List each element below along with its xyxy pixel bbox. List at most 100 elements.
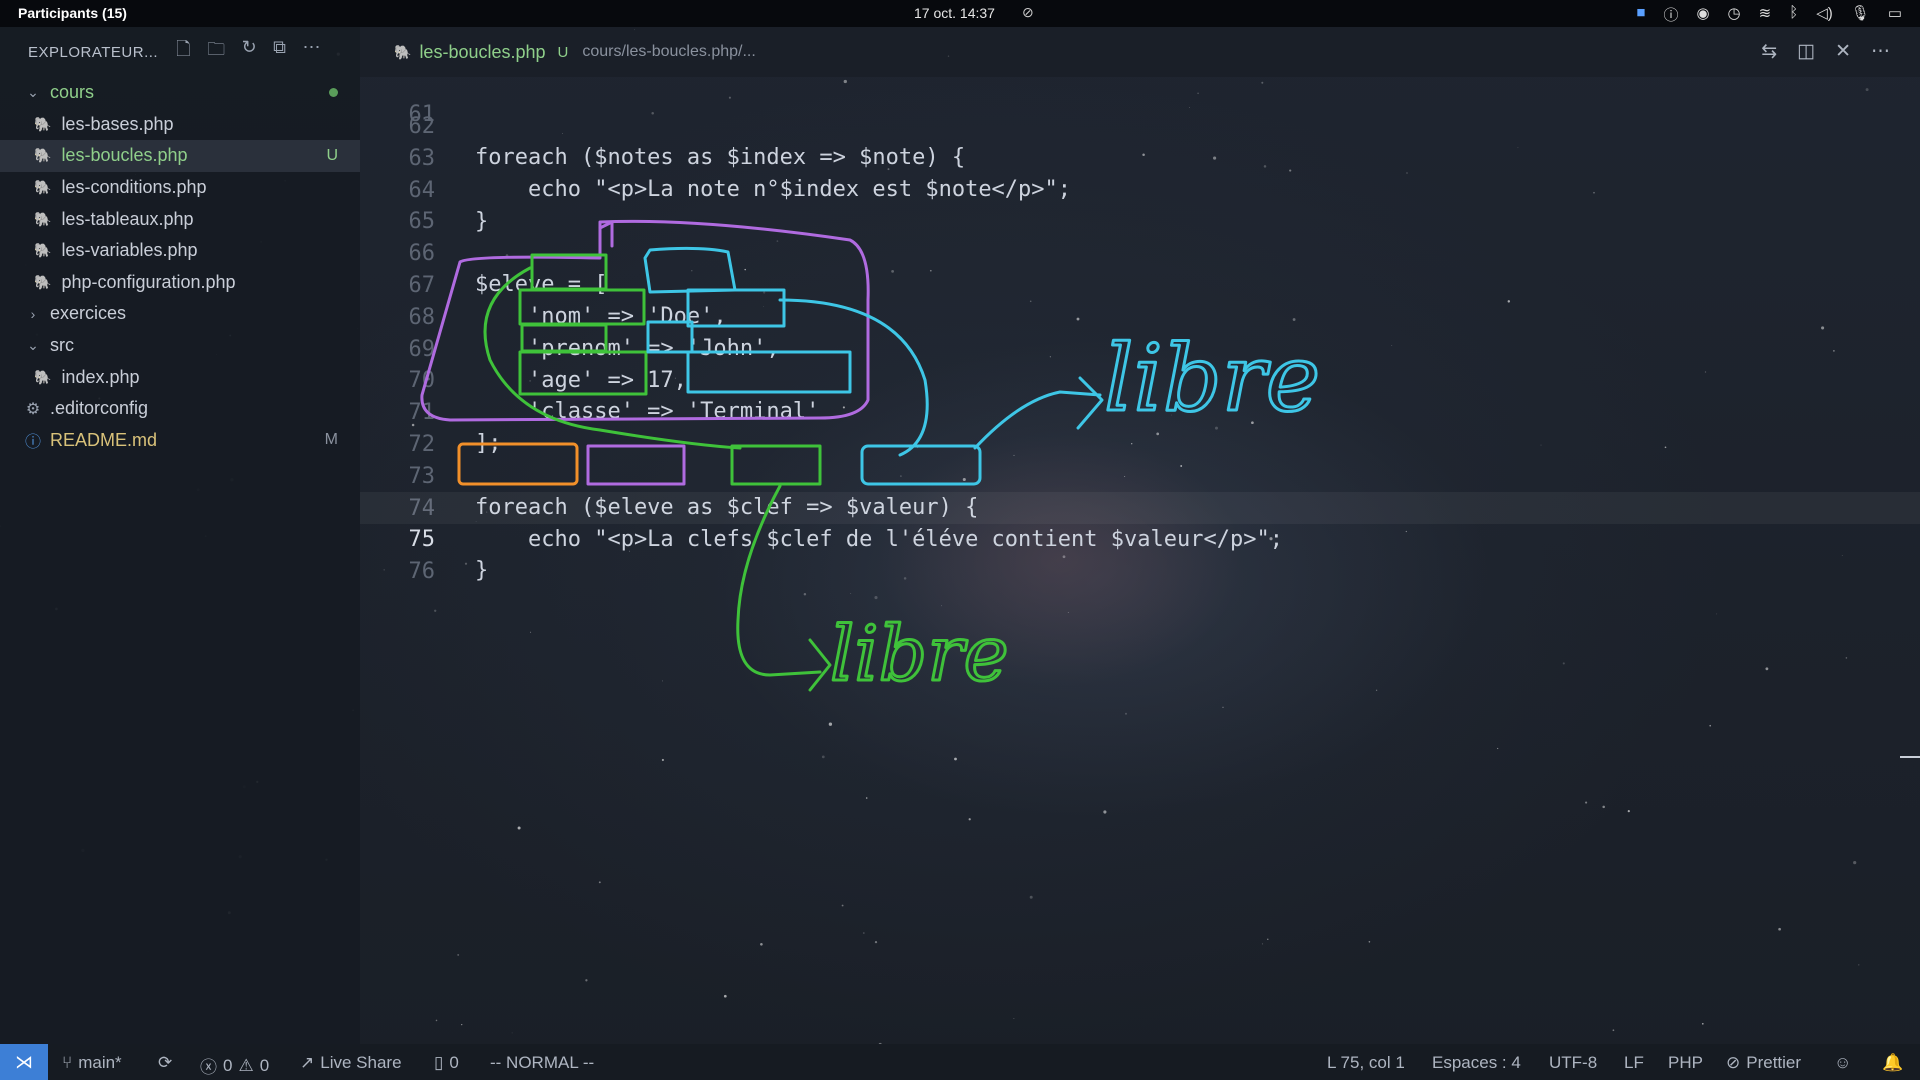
code-line: 76 xyxy=(360,524,1920,584)
warning-icon: ⚠ xyxy=(238,1055,254,1075)
volume-icon[interactable]: ◁) xyxy=(1816,4,1833,25)
live-share-icon: ↗ xyxy=(300,1053,315,1072)
chevron-right-icon: › xyxy=(30,305,36,322)
split-editor-icon[interactable]: ◫ xyxy=(1797,40,1815,63)
code-line: 74 echo "<p>La clefs $clef de l'éléve co… xyxy=(360,461,1920,553)
git-status-badge: U xyxy=(326,146,338,164)
branch-icon: ⑂ xyxy=(62,1053,73,1072)
editor-tabbar: 🐘 les-boucles.php U cours/les-boucles.ph… xyxy=(360,27,1920,77)
tree-folder-exercices[interactable]: › exercices xyxy=(0,298,360,330)
more-icon[interactable]: ⋯ xyxy=(303,37,322,67)
more-actions-icon[interactable]: ⋯ xyxy=(1871,40,1890,63)
tree-file-readme[interactable]: ⓘ README.md M xyxy=(0,425,360,457)
cursor-position-label: L 75, col 1 xyxy=(1327,1053,1405,1072)
language-mode[interactable]: PHP xyxy=(1668,1053,1703,1073)
ports-icon: ▯ xyxy=(434,1053,444,1072)
ports-count: 0 xyxy=(449,1053,459,1072)
new-file-icon[interactable]: 🗋 xyxy=(176,37,191,67)
tree-folder-src[interactable]: ⌄ src xyxy=(0,330,360,362)
cursor-position[interactable]: L 75, col 1 xyxy=(1327,1053,1405,1073)
wifi-icon[interactable]: ≋ xyxy=(1759,4,1772,25)
prettier-button[interactable]: ⊘ Prettier xyxy=(1726,1053,1801,1073)
code-text: } xyxy=(475,558,489,584)
php-elephant-icon: 🐘 xyxy=(394,43,412,60)
code-line: 67 'nom' => 'Doe', xyxy=(360,238,1920,330)
tree-file-les-variables[interactable]: 🐘 les-variables.php xyxy=(0,235,360,267)
tree-label: les-variables.php xyxy=(61,240,198,261)
git-branch[interactable]: ⑂ main* xyxy=(62,1053,122,1073)
ports-indicator[interactable]: ▯ 0 xyxy=(434,1053,459,1073)
tree-file-les-boucles[interactable]: 🐘 les-boucles.php U xyxy=(0,140,360,172)
tree-file-les-bases[interactable]: 🐘 les-bases.php xyxy=(0,109,360,141)
record-icon[interactable]: ◉ xyxy=(1696,4,1709,25)
feedback-button[interactable]: ☺ xyxy=(1834,1053,1851,1073)
modified-dot-icon xyxy=(329,88,338,98)
tree-label: exercices xyxy=(50,303,127,324)
code-line-current: 75 } xyxy=(360,492,1920,583)
gear-icon: ⚙ xyxy=(25,400,41,418)
tree-label: les-boucles.php xyxy=(61,145,188,166)
explorer-title: EXPLORATEUR... xyxy=(28,43,159,61)
eol[interactable]: LF xyxy=(1624,1053,1644,1073)
sync-icon: ⟳ xyxy=(158,1053,173,1072)
git-status-badge: M xyxy=(324,431,338,449)
tree-file-editorconfig[interactable]: ⚙ .editorconfig xyxy=(0,393,360,425)
prettier-label: Prettier xyxy=(1746,1053,1802,1072)
code-line: 73 foreach ($eleve as $clef => $valeur) … xyxy=(360,429,1920,521)
tree-file-index[interactable]: 🐘 index.php xyxy=(0,361,360,393)
bluetooth-icon[interactable]: ᛒ xyxy=(1789,4,1798,25)
status-bar: ⋊ ⑂ main* ⟳ ⓧ 0 ⚠ 0 ↗ Live Share ▯ 0 -- … xyxy=(0,1044,1920,1080)
tree-file-php-configuration[interactable]: 🐘 php-configuration.php xyxy=(0,267,360,299)
timer-icon[interactable]: ◷ xyxy=(1728,4,1741,25)
tree-label: .editorconfig xyxy=(50,398,149,419)
explorer-header: EXPLORATEUR... 🗋 🗀 ↻ ⧉ ⋯ xyxy=(0,27,360,77)
tree-label: php-configuration.php xyxy=(61,271,236,292)
tree-label: les-conditions.php xyxy=(61,177,207,198)
info-icon: ⓘ xyxy=(24,434,41,452)
dnd-icon[interactable]: ⊘ xyxy=(1022,4,1034,21)
system-menubar: Participants (15) 17 oct. 14:37 ⊘ ■ ⓘ ◉ … xyxy=(0,0,1920,27)
scrollbar-marker[interactable] xyxy=(1900,756,1920,758)
tree-file-les-conditions[interactable]: 🐘 les-conditions.php xyxy=(0,172,360,204)
code-line: 72 xyxy=(360,397,1920,457)
new-folder-icon[interactable]: 🗀 xyxy=(207,37,226,67)
encoding-label: UTF-8 xyxy=(1549,1053,1598,1072)
tree-label: index.php xyxy=(61,366,140,387)
compare-changes-icon[interactable]: ⇆ xyxy=(1761,40,1777,63)
code-line: 65 xyxy=(360,174,1920,234)
error-count: 0 xyxy=(223,1055,233,1075)
tree-label: cours xyxy=(50,82,95,103)
code-line: 62 foreach ($notes as $index => $note) { xyxy=(360,79,1920,171)
sync-button[interactable]: ⟳ xyxy=(158,1053,172,1073)
code-line: 68 'prenom' => 'John', xyxy=(360,270,1920,362)
tree-folder-cours[interactable]: ⌄ cours xyxy=(0,77,360,109)
clock: 17 oct. 14:37 xyxy=(914,5,995,21)
code-line: 64 } xyxy=(360,143,1920,235)
code-line: 69 'age' => 17, xyxy=(360,302,1920,394)
participants-label[interactable]: Participants (15) xyxy=(18,5,127,21)
indentation[interactable]: Espaces : 4 xyxy=(1432,1053,1521,1073)
chevron-down-icon: ⌄ xyxy=(27,337,39,354)
close-icon[interactable]: ✕ xyxy=(1835,40,1851,63)
tree-label: les-bases.php xyxy=(61,113,174,134)
encoding[interactable]: UTF-8 xyxy=(1549,1053,1597,1073)
zoom-icon[interactable]: ■ xyxy=(1636,4,1645,25)
live-share-label: Live Share xyxy=(320,1053,402,1072)
refresh-icon[interactable]: ↻ xyxy=(242,37,258,67)
remote-indicator-icon[interactable]: ⋊ xyxy=(0,1044,48,1080)
tab-git-status: U xyxy=(557,43,569,61)
notifications-button[interactable]: 🔔 xyxy=(1882,1053,1903,1073)
live-share-button[interactable]: ↗ Live Share xyxy=(300,1053,402,1073)
bell-icon: 🔔 xyxy=(1882,1053,1904,1072)
problems-indicator[interactable]: ⓧ 0 ⚠ 0 xyxy=(200,1053,269,1078)
collapse-all-icon[interactable]: ⧉ xyxy=(273,37,286,67)
tree-file-les-tableaux[interactable]: 🐘 les-tableaux.php xyxy=(0,203,360,235)
tab-les-boucles[interactable]: 🐘 les-boucles.php U cours/les-boucles.ph… xyxy=(394,42,756,63)
info-icon[interactable]: ⓘ xyxy=(1663,4,1678,25)
battery-icon[interactable]: ▭ xyxy=(1888,4,1902,25)
tree-label: src xyxy=(50,335,74,356)
mic-icon[interactable]: 🎙 xyxy=(1851,4,1870,25)
code-editor[interactable]: 61 62 foreach ($notes as $index => $note… xyxy=(360,77,1920,1044)
prettier-icon: ⊘ xyxy=(1726,1053,1741,1072)
tab-filename: les-boucles.php xyxy=(419,41,546,62)
